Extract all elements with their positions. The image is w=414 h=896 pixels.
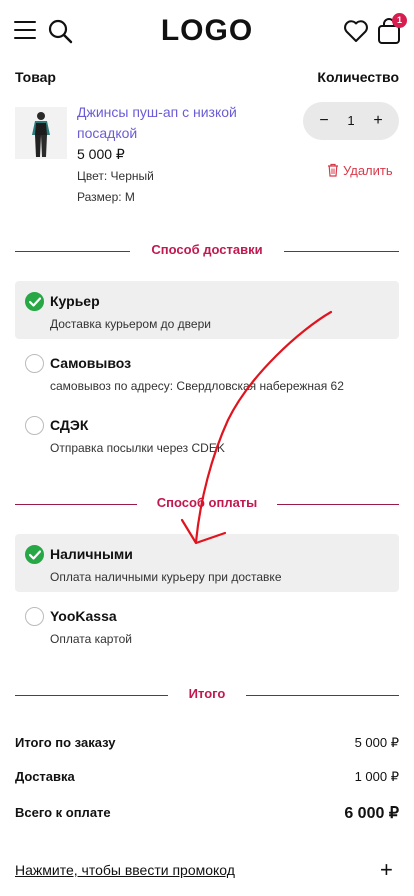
option-description: Отправка посылки через CDEK (50, 441, 225, 455)
summary-label: Всего к оплате (15, 805, 111, 820)
quantity-stepper: − 1 + (303, 102, 399, 140)
option-description: Доставка курьером до двери (50, 317, 211, 331)
summary-title: Итого (188, 686, 226, 701)
summary-row-delivery: Доставка 1 000 ₽ (15, 769, 399, 784)
payment-title: Способ оплаты (156, 495, 258, 510)
delivery-option-cdek[interactable]: СДЭК Отправка посылки через CDEK (15, 405, 399, 463)
summary-total-value: 6 000 ₽ (344, 805, 399, 822)
radio-checked[interactable] (25, 292, 44, 311)
option-title: YooKassa (50, 608, 117, 624)
radio-unchecked[interactable] (25, 607, 44, 626)
option-title: Наличными (50, 546, 133, 562)
delete-item-button[interactable]: Удалить (327, 163, 393, 178)
delivery-section-title: Способ доставки (15, 242, 399, 262)
summary-row-total: Всего к оплате 6 000 ₽ (15, 805, 399, 822)
delivery-option-pickup[interactable]: Самовывоз самовывоз по адресу: Свердловс… (15, 343, 399, 401)
summary-label: Итого по заказу (15, 735, 116, 750)
product-price: 5 000 ₽ (77, 146, 125, 162)
option-title: Самовывоз (50, 355, 132, 371)
cart-count-badge: 1 (392, 13, 407, 28)
option-title: СДЭК (50, 417, 89, 433)
delete-item-label: Удалить (343, 163, 393, 178)
decrease-quantity-button[interactable]: − (313, 102, 335, 140)
radio-checked[interactable] (25, 545, 44, 564)
summary-value: 5 000 ₽ (354, 735, 399, 750)
quantity-value[interactable]: 1 (339, 102, 363, 140)
option-description: Оплата наличными курьеру при доставке (50, 570, 282, 584)
option-title: Курьер (50, 293, 100, 309)
payment-section-title: Способ оплаты (15, 495, 399, 515)
summary-value: 1 000 ₽ (354, 769, 399, 784)
product-color: Цвет: Черный (77, 169, 154, 183)
summary-section-title: Итого (15, 686, 399, 706)
trash-icon (328, 163, 338, 177)
check-icon (29, 550, 41, 560)
payment-option-yookassa[interactable]: YooKassa Оплата картой (15, 596, 399, 654)
check-icon (29, 297, 41, 307)
column-header-product: Товар (15, 69, 56, 85)
radio-unchecked[interactable] (25, 354, 44, 373)
delivery-option-courier[interactable]: Курьер Доставка курьером до двери (15, 281, 399, 339)
column-header-quantity: Количество (317, 69, 399, 85)
option-description: самовывоз по адресу: Свердловская набере… (50, 379, 344, 393)
summary-row-order: Итого по заказу 5 000 ₽ (15, 735, 399, 750)
delivery-title: Способ доставки (151, 242, 263, 257)
plus-icon[interactable]: + (380, 857, 393, 883)
heart-icon[interactable] (343, 19, 369, 43)
payment-option-cash[interactable]: Наличными Оплата наличными курьеру при д… (15, 534, 399, 592)
header: LOGO 1 (0, 0, 414, 62)
option-description: Оплата картой (50, 632, 132, 646)
promo-code-link[interactable]: Нажмите, чтобы ввести промокод (15, 862, 235, 878)
increase-quantity-button[interactable]: + (367, 102, 389, 140)
product-name-link[interactable]: Джинсы пуш-ап с низкой посадкой (77, 102, 277, 144)
radio-unchecked[interactable] (25, 416, 44, 435)
product-size: Размер: M (77, 190, 135, 204)
summary-label: Доставка (15, 769, 75, 784)
product-image[interactable] (15, 107, 67, 159)
